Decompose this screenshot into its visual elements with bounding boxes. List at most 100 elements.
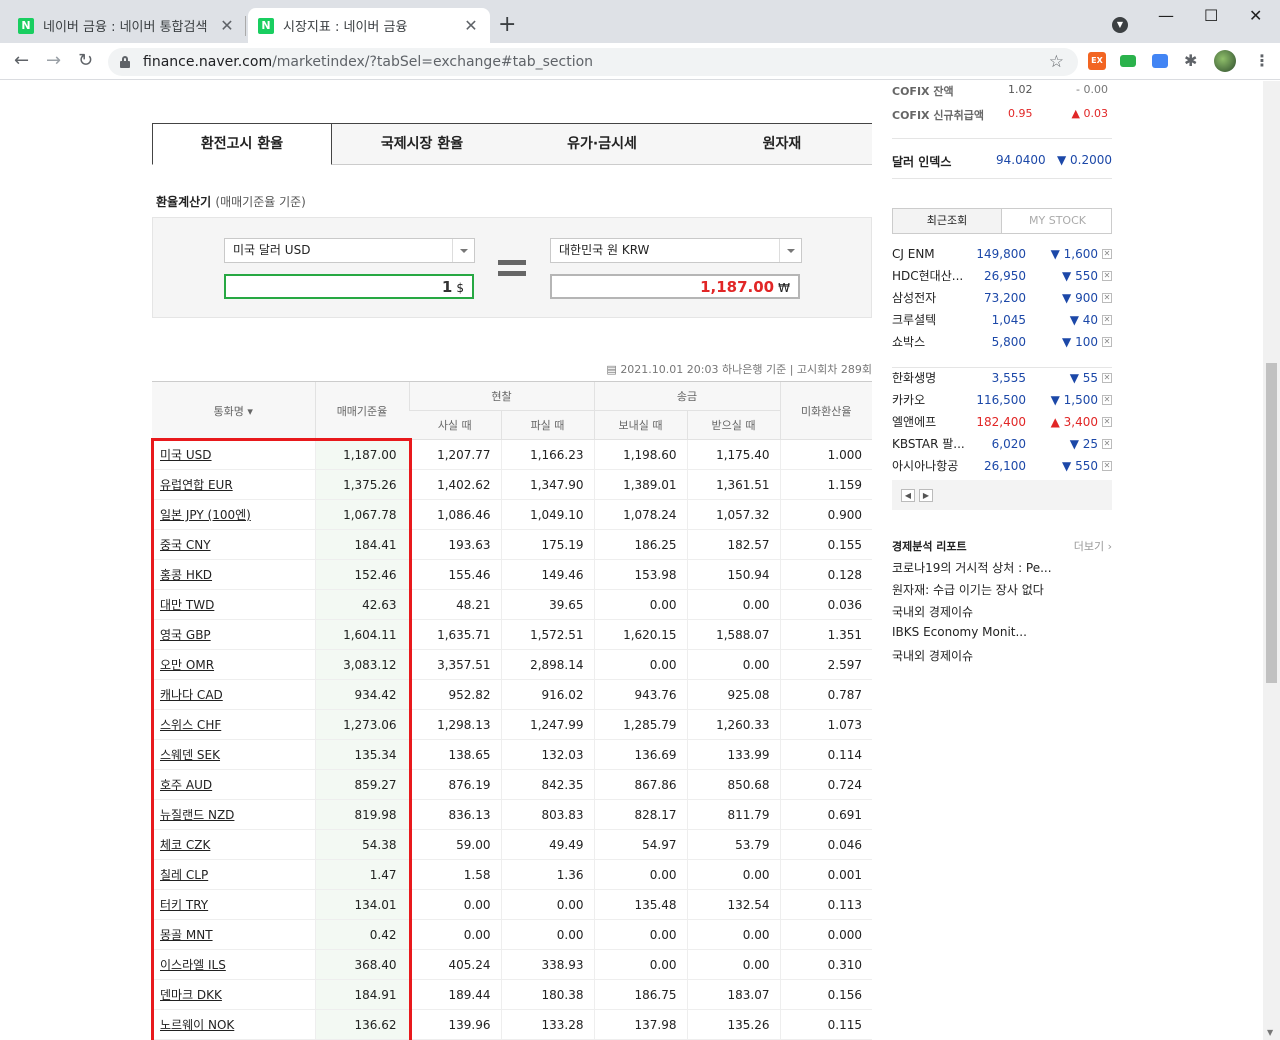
stock-row[interactable]: 아시아나항공 26,100 ▼ 550 ✕ — [892, 455, 1112, 477]
tab-recent[interactable]: 최근조회 — [893, 209, 1002, 233]
stock-name[interactable]: 아시아나항공 — [892, 455, 958, 477]
exchange-extension-icon[interactable]: EX — [1088, 52, 1106, 70]
remove-stock-icon[interactable]: ✕ — [1102, 271, 1112, 281]
next-page-icon[interactable]: ▶ — [919, 489, 933, 502]
menu-icon[interactable]: ⋮ — [1254, 51, 1270, 70]
remove-stock-icon[interactable]: ✕ — [1102, 439, 1112, 449]
from-amount-input[interactable]: 1 $ — [224, 274, 474, 299]
star-icon[interactable]: ☆ — [1049, 52, 1064, 72]
blue-extension-icon[interactable] — [1152, 54, 1168, 68]
currency-link[interactable]: 칠레 CLP — [160, 868, 208, 882]
currency-link[interactable]: 유럽연합 EUR — [160, 478, 233, 492]
currency-link[interactable]: 몽골 MNT — [160, 928, 213, 942]
tab-my-stock[interactable]: MY STOCK — [1003, 209, 1112, 233]
remove-stock-icon[interactable]: ✕ — [1102, 249, 1112, 259]
reload-icon[interactable]: ↻ — [78, 51, 93, 71]
currency-link[interactable]: 일본 JPY (100엔) — [160, 508, 251, 522]
remove-stock-icon[interactable]: ✕ — [1102, 417, 1112, 427]
currency-link[interactable]: 체코 CZK — [160, 838, 210, 852]
to-amount-input[interactable]: 1,187.00 ₩ — [550, 274, 800, 299]
browser-tab-market-index[interactable]: N 시장지표 : 네이버 금융 ✕ — [248, 8, 490, 43]
stock-row[interactable]: 삼성전자 73,200 ▼ 900 ✕ — [892, 287, 1112, 309]
report-link[interactable]: IBKS Economy Monit... — [892, 625, 1027, 639]
currency-link[interactable]: 캐나다 CAD — [160, 688, 223, 702]
stock-name[interactable]: HDC현대산... — [892, 265, 963, 287]
profile-avatar[interactable] — [1214, 50, 1236, 72]
currency-link[interactable]: 덴마크 DKK — [160, 988, 222, 1002]
stock-row[interactable]: HDC현대산... 26,950 ▼ 550 ✕ — [892, 265, 1112, 287]
forward-icon[interactable]: → — [46, 51, 61, 71]
currency-link[interactable]: 호주 AUD — [160, 778, 212, 792]
stock-name[interactable]: 카카오 — [892, 389, 925, 411]
scroll-down-arrow-icon[interactable]: ▼ — [1267, 1028, 1273, 1037]
report-more-link[interactable]: 더보기 › — [1074, 538, 1112, 554]
currency-link[interactable]: 이스라엘 ILS — [160, 958, 226, 972]
currency-link[interactable]: 노르웨이 NOK — [160, 1018, 234, 1032]
new-tab-button[interactable]: + — [498, 14, 516, 36]
close-tab-icon[interactable]: ✕ — [462, 16, 480, 35]
cofix-new-row[interactable]: COFIX 신규취급액 0.95 ▲ 0.03 — [892, 107, 1112, 127]
currency-link[interactable]: 대만 TWD — [160, 598, 214, 612]
report-link[interactable]: 코로나19의 거시적 상처 : Pe... — [892, 559, 1052, 576]
currency-link[interactable]: 터키 TRY — [160, 898, 208, 912]
stock-row[interactable]: KBSTAR 팔... 6,020 ▼ 25 ✕ — [892, 433, 1112, 455]
base-rate-cell: 152.46 — [314, 559, 409, 590]
stock-name[interactable]: 쇼박스 — [892, 331, 925, 353]
scrollbar-thumb[interactable] — [1266, 363, 1277, 683]
green-extension-icon[interactable] — [1120, 55, 1136, 67]
stock-row[interactable]: 엘앤에프 182,400 ▲ 3,400 ✕ — [892, 411, 1112, 433]
stock-price: 5,800 — [991, 335, 1026, 349]
browser-tab-naver-search[interactable]: N 네이버 금융 : 네이버 통합검색 ✕ — [8, 8, 246, 43]
stock-name[interactable]: KBSTAR 팔... — [892, 433, 965, 455]
stock-name[interactable]: 엘앤에프 — [892, 411, 936, 433]
to-currency-select[interactable]: 대한민국 원 KRW — [550, 238, 802, 263]
currency-link[interactable]: 스웨덴 SEK — [160, 748, 220, 762]
from-currency-select[interactable]: 미국 달러 USD — [224, 238, 475, 263]
stock-row[interactable]: CJ ENM 149,800 ▼ 1,600 ✕ — [892, 243, 1112, 265]
dollar-index-row[interactable]: 달러 인덱스 94.0400 ▼ 0.2000 — [892, 153, 1112, 170]
report-link[interactable]: 국내외 경제이슈 — [892, 647, 973, 664]
report-link[interactable]: 국내외 경제이슈 — [892, 603, 973, 620]
stock-name[interactable]: 한화생명 — [892, 367, 936, 389]
report-link[interactable]: 원자재: 수급 이기는 장사 없다 — [892, 581, 1044, 598]
tab-search-icon[interactable]: ▼ — [1112, 17, 1128, 33]
stock-name[interactable]: 삼성전자 — [892, 287, 936, 309]
address-bar[interactable]: finance.naver.com/marketindex/?tabSel=ex… — [108, 48, 1078, 76]
tab-raw-materials[interactable]: 원자재 — [692, 123, 872, 165]
stock-row[interactable]: 크루셜텍 1,045 ▼ 40 ✕ — [892, 309, 1112, 331]
currency-link[interactable]: 미국 USD — [160, 448, 212, 462]
close-tab-icon[interactable]: ✕ — [218, 16, 236, 35]
minimize-icon[interactable]: — — [1158, 6, 1174, 25]
stock-name[interactable]: CJ ENM — [892, 243, 935, 265]
stock-row[interactable]: 쇼박스 5,800 ▼ 100 ✕ — [892, 331, 1112, 353]
tab-exchange-notice[interactable]: 환전고시 환율 — [152, 123, 332, 165]
lock-icon[interactable] — [120, 56, 130, 68]
remove-stock-icon[interactable]: ✕ — [1102, 293, 1112, 303]
chevron-down-icon[interactable] — [779, 239, 801, 262]
remove-stock-icon[interactable]: ✕ — [1102, 395, 1112, 405]
currency-link[interactable]: 영국 GBP — [160, 628, 211, 642]
header-currency-name[interactable]: 통화명 ▾ — [152, 381, 315, 440]
remove-stock-icon[interactable]: ✕ — [1102, 461, 1112, 471]
chevron-down-icon[interactable] — [452, 239, 474, 262]
puzzle-icon[interactable]: ✱ — [1184, 51, 1197, 71]
currency-link[interactable]: 오만 OMR — [160, 658, 214, 672]
remove-stock-icon[interactable]: ✕ — [1102, 337, 1112, 347]
prev-page-icon[interactable]: ◀ — [901, 489, 915, 502]
currency-link[interactable]: 중국 CNY — [160, 538, 211, 552]
maximize-icon[interactable]: ☐ — [1204, 6, 1218, 25]
window-close-icon[interactable]: ✕ — [1249, 6, 1262, 25]
remove-stock-icon[interactable]: ✕ — [1102, 315, 1112, 325]
currency-link[interactable]: 뉴질랜드 NZD — [160, 808, 234, 822]
stock-name[interactable]: 크루셜텍 — [892, 309, 936, 331]
tab-oil-gold[interactable]: 유가·금시세 — [512, 123, 692, 165]
tab-world-exchange[interactable]: 국제시장 환율 — [332, 123, 512, 165]
stock-row[interactable]: 한화생명 3,555 ▼ 55 ✕ — [892, 367, 1112, 389]
currency-link[interactable]: 홍콩 HKD — [160, 568, 212, 582]
stock-row[interactable]: 카카오 116,500 ▼ 1,500 ✕ — [892, 389, 1112, 411]
currency-link[interactable]: 스위스 CHF — [160, 718, 221, 732]
page-scrollbar[interactable]: ▼ — [1263, 81, 1280, 1040]
back-icon[interactable]: ← — [14, 51, 29, 71]
cofix-balance-row[interactable]: COFIX 잔액 1.02 - 0.00 — [892, 83, 1112, 103]
remove-stock-icon[interactable]: ✕ — [1102, 373, 1112, 383]
